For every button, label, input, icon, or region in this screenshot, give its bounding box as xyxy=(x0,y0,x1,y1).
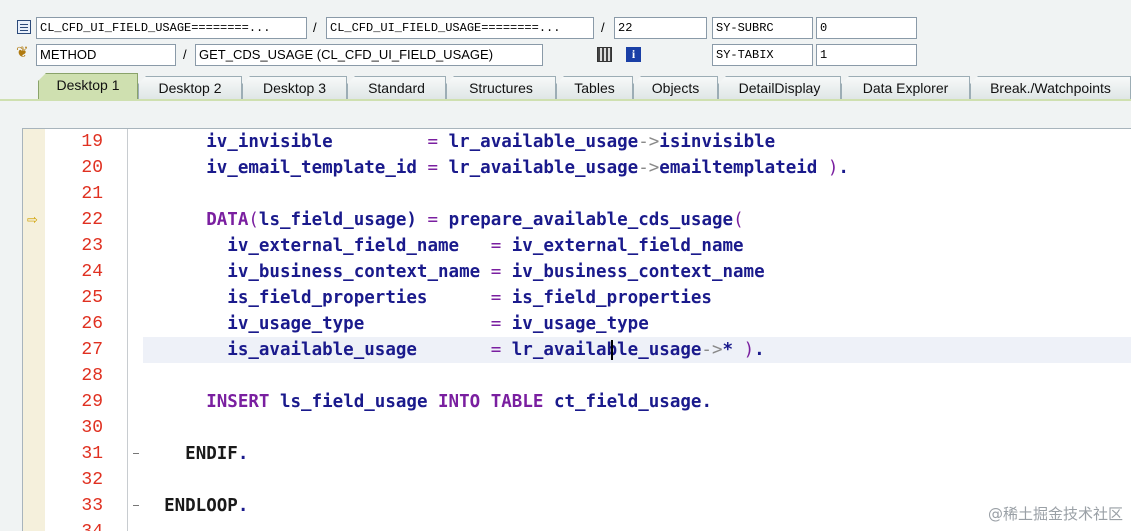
event-type-field[interactable]: METHOD xyxy=(36,44,176,66)
separator: / xyxy=(313,20,317,35)
tab-desktop-2[interactable]: Desktop 2 xyxy=(138,76,242,99)
variable-value-field[interactable]: 0 xyxy=(816,17,917,39)
line-number: 21 xyxy=(81,184,103,204)
code-line[interactable]: 28 xyxy=(23,363,1131,389)
code-text: iv_email_template_id = lr_available_usag… xyxy=(143,158,849,178)
code-line[interactable]: 25 is_field_properties = is_field_proper… xyxy=(23,285,1131,311)
code-line[interactable]: 34 xyxy=(23,519,1131,531)
source-code-editor[interactable]: 19 iv_invisible = lr_available_usage->is… xyxy=(22,128,1131,531)
code-text: iv_external_field_name = iv_external_fie… xyxy=(143,236,744,256)
code-text: iv_business_context_name = iv_business_c… xyxy=(143,262,765,282)
tab-detail-display[interactable]: DetailDisplay xyxy=(718,76,841,99)
separator: / xyxy=(183,47,187,62)
code-line[interactable]: 24 iv_business_context_name = iv_busines… xyxy=(23,259,1131,285)
tab-desktop-1[interactable]: Desktop 1 xyxy=(38,73,138,100)
current-statement-arrow-icon: ⇨ xyxy=(27,212,38,227)
line-number-field[interactable]: 22 xyxy=(614,17,707,39)
code-line[interactable]: 20 iv_email_template_id = lr_available_u… xyxy=(23,155,1131,181)
code-line[interactable]: 26 iv_usage_type = iv_usage_type xyxy=(23,311,1131,337)
line-number: 32 xyxy=(81,470,103,490)
line-number: 27 xyxy=(81,340,103,360)
tab-underline xyxy=(0,99,1131,101)
code-line[interactable]: 19 iv_invisible = lr_available_usage->is… xyxy=(23,129,1131,155)
code-line[interactable]: 33 ENDLOOP. xyxy=(23,493,1131,519)
variable-value-field[interactable]: 1 xyxy=(816,44,917,66)
code-line[interactable]: 23 iv_external_field_name = iv_external_… xyxy=(23,233,1131,259)
line-number: 26 xyxy=(81,314,103,334)
watermark: @稀土掘金技术社区 xyxy=(987,505,1123,523)
code-text: DATA(ls_field_usage) = prepare_available… xyxy=(206,210,744,230)
line-number: 24 xyxy=(81,262,103,282)
line-number: 20 xyxy=(81,158,103,178)
line-number: 23 xyxy=(81,236,103,256)
code-text: ENDIF. xyxy=(185,444,249,464)
code-text: ENDLOOP. xyxy=(164,496,249,516)
separator: / xyxy=(601,20,605,35)
desktop-tab-strip: Desktop 1 Desktop 2 Desktop 3 Standard S… xyxy=(0,73,1131,100)
code-text: iv_usage_type = iv_usage_type xyxy=(143,314,649,334)
tab-data-explorer[interactable]: Data Explorer xyxy=(841,76,970,99)
code-text: iv_invisible = lr_available_usage->isinv… xyxy=(143,132,776,152)
line-number: 34 xyxy=(45,519,103,531)
line-number: 22 xyxy=(81,210,103,230)
class-icon xyxy=(17,20,31,34)
method-icon: ❦ xyxy=(16,44,29,61)
code-text: is_field_properties = is_field_propertie… xyxy=(143,288,712,308)
tab-objects[interactable]: Objects xyxy=(633,76,718,99)
code-line-current[interactable]: ⇨ 22 DATA(ls_field_usage) = prepare_avai… xyxy=(23,207,1131,233)
variable-name-field[interactable]: SY-TABIX xyxy=(712,44,813,66)
line-number: 29 xyxy=(81,392,103,412)
program-field[interactable]: CL_CFD_UI_FIELD_USAGE========... xyxy=(36,17,307,39)
event-name-field[interactable]: GET_CDS_USAGE (CL_CFD_UI_FIELD_USAGE) xyxy=(195,44,543,66)
code-line[interactable]: 30 xyxy=(23,415,1131,441)
fold-marker xyxy=(133,453,139,454)
info-icon[interactable]: i xyxy=(626,47,641,62)
line-number: 25 xyxy=(81,288,103,308)
fold-marker xyxy=(133,505,139,506)
tab-structures[interactable]: Structures xyxy=(446,76,556,99)
include-field[interactable]: CL_CFD_UI_FIELD_USAGE========... xyxy=(326,17,594,39)
code-text: is_available_usage = lr_available_usage-… xyxy=(143,340,765,360)
tab-break-watchpoints[interactable]: Break./Watchpoints xyxy=(970,76,1131,99)
line-number: 31 xyxy=(81,444,103,464)
line-number: 30 xyxy=(81,418,103,438)
variable-name-field[interactable]: SY-SUBRC xyxy=(712,17,813,39)
header-row-program: CL_CFD_UI_FIELD_USAGE========... / CL_CF… xyxy=(0,17,1131,41)
code-line[interactable]: 29 INSERT ls_field_usage INTO TABLE ct_f… xyxy=(23,389,1131,415)
tab-tables[interactable]: Tables xyxy=(556,76,633,99)
line-number: 19 xyxy=(81,132,103,152)
line-number: 28 xyxy=(81,366,103,386)
code-line[interactable]: 32 xyxy=(23,467,1131,493)
text-cursor xyxy=(611,340,613,360)
line-number: 33 xyxy=(81,496,103,516)
code-line-cursor[interactable]: 27 is_available_usage = lr_available_usa… xyxy=(23,337,1131,363)
code-line[interactable]: 21 xyxy=(23,181,1131,207)
header-row-event: ❦ METHOD / GET_CDS_USAGE (CL_CFD_UI_FIEL… xyxy=(0,44,1131,68)
tab-desktop-3[interactable]: Desktop 3 xyxy=(242,76,347,99)
code-text: INSERT ls_field_usage INTO TABLE ct_fiel… xyxy=(206,392,712,412)
code-line[interactable]: 31 ENDIF. xyxy=(23,441,1131,467)
tab-standard[interactable]: Standard xyxy=(347,76,446,99)
display-table-icon[interactable] xyxy=(597,47,612,62)
